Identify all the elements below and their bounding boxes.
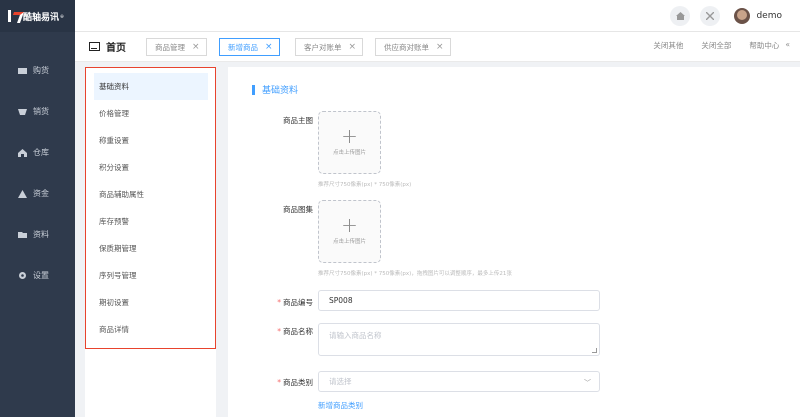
subnav-item-aux-attributes[interactable]: 商品辅助属性 <box>94 181 208 208</box>
product-code-input[interactable]: SP008 <box>318 290 600 311</box>
resize-grip-icon[interactable] <box>592 348 597 353</box>
tab-actions: 关闭其他 关闭全部 帮助中心 « <box>635 40 790 51</box>
tab-product-management[interactable]: 商品管理 × <box>146 38 207 56</box>
category-label-text: 商品类别 <box>283 378 313 387</box>
subnav-item-pricing[interactable]: 价格管理 <box>94 100 208 127</box>
main-image-label: 商品主图 <box>283 116 313 125</box>
chevron-down-icon: ﹀ <box>584 379 591 387</box>
sidebar-item-sales[interactable]: 销货 <box>0 91 75 132</box>
help-center-link[interactable]: 帮助中心 <box>749 40 779 51</box>
tab-bar: 首页 商品管理 × 新增商品 × 客户对账单 × 供应商对账单 × 关闭其他 关闭全部 … <box>75 32 800 62</box>
product-name-label-text: 商品名称 <box>283 327 313 336</box>
sidebar-item-warehouse[interactable]: 仓库 <box>0 132 75 173</box>
close-icon[interactable]: × <box>436 42 444 52</box>
category-label: * 商品类别 <box>277 378 313 387</box>
sidebar-item-label: 资金 <box>33 189 49 198</box>
collapse-icon[interactable]: « <box>785 40 790 51</box>
sell-icon <box>18 108 27 116</box>
subnav-item-stock-alert[interactable]: 库存预警 <box>94 208 208 235</box>
close-all-button[interactable]: 关闭全部 <box>701 40 731 51</box>
user-name[interactable]: demo <box>756 11 782 21</box>
sidebar-item-label: 资料 <box>33 230 49 239</box>
sidebar: 酷轴易讯 ® 购货 销货 仓库 资金 资料 设置 <box>0 0 75 417</box>
product-code-label-text: 商品编号 <box>283 298 313 307</box>
close-icon[interactable]: × <box>192 42 200 52</box>
gallery-upload[interactable]: + 点击上传图片 <box>318 200 381 263</box>
subnav-item-details[interactable]: 商品详情 <box>94 316 208 343</box>
brand-name: 酷轴易讯 <box>23 12 60 23</box>
main-image-upload[interactable]: + 点击上传图片 <box>318 111 381 174</box>
money-icon <box>18 189 27 198</box>
sidebar-item-settings[interactable]: 设置 <box>0 255 75 296</box>
subnav-item-basic-info[interactable]: 基础资料 <box>94 73 208 100</box>
tab-add-product[interactable]: 新增商品 × <box>219 38 280 56</box>
sidebar-item-data[interactable]: 资料 <box>0 214 75 255</box>
sidebar-item-funds[interactable]: 资金 <box>0 173 75 214</box>
gallery-label: 商品图集 <box>283 205 313 214</box>
section-title-bar <box>252 84 255 95</box>
dashboard-icon <box>89 42 100 51</box>
main-form-panel: 基础资料 商品主图 + 点击上传图片 推荐尺寸750像素(px) * 750像素… <box>228 67 800 417</box>
subnav-panel: 基础资料 价格管理 称重设置 积分设置 商品辅助属性 库存预警 保质期管理 序列… <box>85 67 216 349</box>
upload-text: 点击上传图片 <box>332 150 366 156</box>
fullscreen-icon[interactable] <box>700 6 721 26</box>
sidebar-item-purchase[interactable]: 购货 <box>0 50 75 91</box>
main-image-hint: 推荐尺寸750像素(px) * 750像素(px) <box>318 182 412 188</box>
plus-icon: + <box>341 124 358 148</box>
brand-reg-mark: ® <box>60 13 65 19</box>
tab-label: 供应商对账单 <box>384 42 429 52</box>
subnav-item-shelf-life[interactable]: 保质期管理 <box>94 235 208 262</box>
avatar[interactable] <box>734 8 751 24</box>
top-bar: demo <box>75 0 800 32</box>
product-name-label: * 商品名称 <box>277 327 313 336</box>
logo-icon <box>8 9 20 23</box>
warehouse-icon <box>18 148 27 157</box>
tab-label: 商品管理 <box>155 42 185 52</box>
tab-customer-statement[interactable]: 客户对账单 × <box>295 38 364 56</box>
gallery-hint: 推荐尺寸750像素(px) * 750像素(px)，拖拽图片可以调整顺序，最多上… <box>318 271 512 277</box>
product-name-textarea[interactable]: 请输入商品名称 <box>318 323 600 356</box>
subnav-item-points[interactable]: 积分设置 <box>94 154 208 181</box>
category-select[interactable]: 请选择 ﹀ <box>318 371 600 392</box>
folder-icon <box>18 231 27 239</box>
product-name-placeholder: 请输入商品名称 <box>329 331 382 340</box>
subnav-item-weighing[interactable]: 称重设置 <box>94 127 208 154</box>
add-category-link[interactable]: 新增商品类别 <box>318 400 363 411</box>
sidebar-item-label: 设置 <box>33 271 49 280</box>
top-right-tools: demo <box>660 0 782 32</box>
subnav-filler <box>85 349 216 417</box>
tab-home[interactable]: 首页 <box>89 39 126 54</box>
sidebar-item-label: 仓库 <box>33 148 49 157</box>
tab-home-label: 首页 <box>106 43 126 54</box>
close-icon[interactable]: × <box>349 42 357 52</box>
sidebar-item-label: 购货 <box>33 66 49 75</box>
section-title: 基础资料 <box>252 83 298 96</box>
brand-logo[interactable]: 酷轴易讯 ® <box>0 0 75 32</box>
category-placeholder: 请选择 <box>329 377 352 386</box>
close-icon[interactable]: × <box>265 42 273 52</box>
subnav-item-opening[interactable]: 期初设置 <box>94 289 208 316</box>
section-title-text: 基础资料 <box>262 86 299 96</box>
tab-label: 客户对账单 <box>304 42 342 52</box>
plus-icon: + <box>341 213 358 237</box>
product-code-label: * 商品编号 <box>277 298 313 307</box>
subnav-item-serial-number[interactable]: 序列号管理 <box>94 262 208 289</box>
sidebar-item-label: 销货 <box>33 107 49 116</box>
gear-icon <box>18 272 27 280</box>
close-others-button[interactable]: 关闭其他 <box>653 40 683 51</box>
upload-text: 点击上传图片 <box>332 239 366 245</box>
home-icon[interactable] <box>670 6 691 26</box>
tab-supplier-statement[interactable]: 供应商对账单 × <box>375 38 451 56</box>
tab-label: 新增商品 <box>228 42 258 52</box>
cart-icon <box>18 67 27 75</box>
